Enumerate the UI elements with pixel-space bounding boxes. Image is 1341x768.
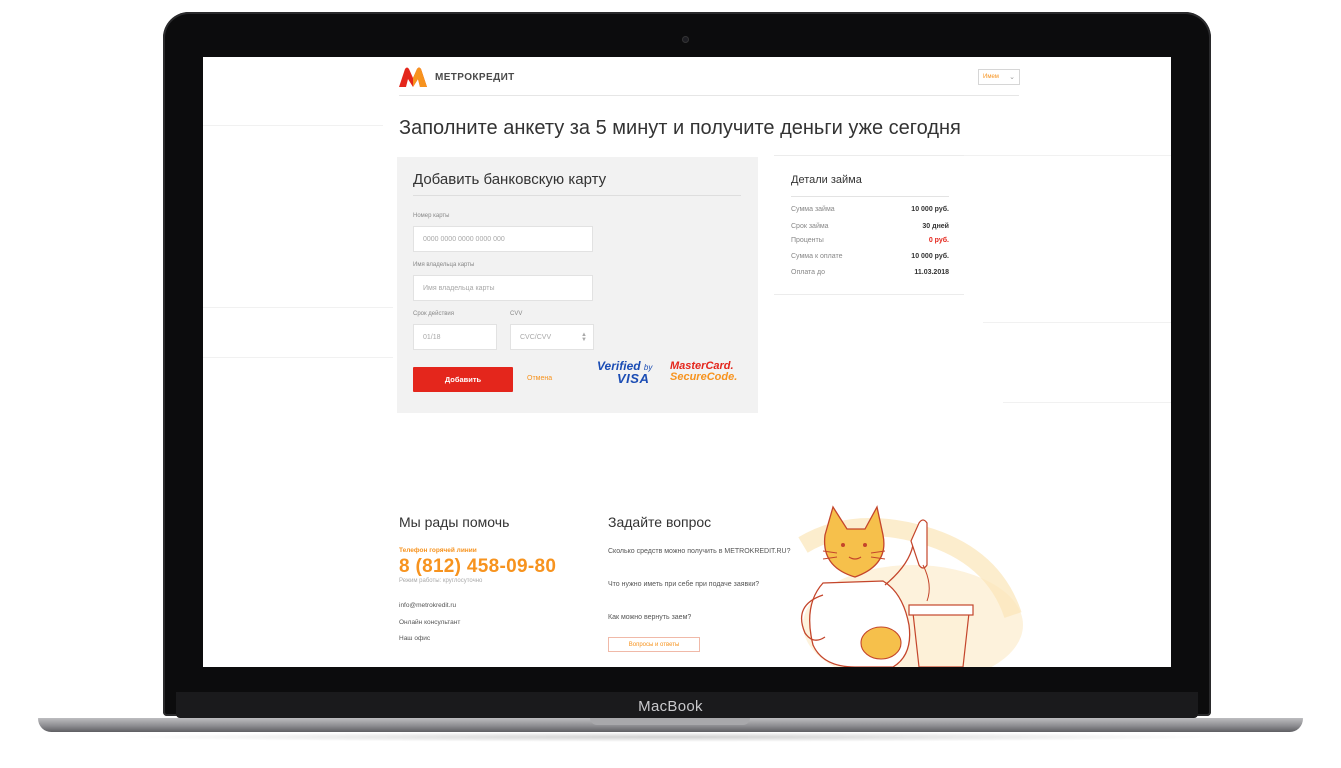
card-number-input[interactable]: 0000 0000 0000 0000 000 xyxy=(413,226,593,252)
laptop-shadow xyxy=(110,732,1230,742)
hotline-hours: Режим работы: круглосуточно xyxy=(399,578,483,584)
logo[interactable]: МЕТРОКРЕДИТ xyxy=(399,67,515,87)
loan-row-label: Сумма к оплате xyxy=(791,253,843,260)
page-title: Заполните анкету за 5 минут и получите д… xyxy=(399,117,961,139)
background-line xyxy=(203,357,393,358)
loan-row-value: 0 руб. xyxy=(928,237,949,244)
logo-text: МЕТРОКРЕДИТ xyxy=(435,71,515,83)
expiry-value: 01/18 xyxy=(423,333,441,341)
faq-button[interactable]: Вопросы и ответы xyxy=(608,637,700,652)
hotline-phone[interactable]: 8 (812) 458-09-80 xyxy=(399,556,556,578)
email-link[interactable]: info@metrokredit.ru xyxy=(399,602,456,609)
background-line xyxy=(1003,402,1171,403)
loan-row-term: Срок займа 30 дней xyxy=(791,223,949,230)
cvv-label: CVV xyxy=(510,311,523,317)
loan-row-value: 10 000 руб. xyxy=(911,206,949,213)
loan-row-value: 10 000 руб. xyxy=(911,253,949,260)
loan-row-label: Проценты xyxy=(791,237,824,244)
badge-visa-line2: VISA xyxy=(617,371,650,386)
spinner-icon[interactable]: ▲ ▼ xyxy=(581,332,587,343)
expiry-label: Срок действия xyxy=(413,311,455,317)
verified-by-visa-badge: Verified by VISA xyxy=(597,360,652,385)
language-select[interactable]: Имем ⌄ xyxy=(978,69,1020,85)
loan-row-label: Оплата до xyxy=(791,269,826,276)
metro-logo-icon xyxy=(399,67,427,87)
help-title: Мы рады помочь xyxy=(399,514,510,530)
office-link[interactable]: Наш офис xyxy=(399,635,430,642)
cvv-input[interactable]: CVC/CVV ▲ ▼ xyxy=(510,324,594,350)
card-number-label: Номер карты xyxy=(413,213,450,219)
holder-name-input[interactable]: Имя владельца карты xyxy=(413,275,593,301)
card-number-placeholder: 0000 0000 0000 0000 000 xyxy=(423,235,505,243)
faq-title: Задайте вопрос xyxy=(608,514,712,530)
loan-row-value: 30 дней xyxy=(922,223,949,230)
loan-row-interest: Проценты 0 руб. xyxy=(791,237,949,244)
camera-icon xyxy=(682,36,689,43)
loan-row-label: Сумма займа xyxy=(791,206,835,213)
background-line xyxy=(983,322,1171,323)
add-card-form: Добавить банковскую карту Номер карты 00… xyxy=(397,157,758,413)
background-line xyxy=(203,125,383,126)
holder-placeholder: Имя владельца карты xyxy=(423,284,495,292)
loan-details-panel: Детали займа Сумма займа 10 000 руб. Сро… xyxy=(774,155,964,295)
laptop-notch xyxy=(590,718,750,725)
hotline-label: Телефон горячей линии xyxy=(399,547,477,554)
language-value: Имем xyxy=(983,74,999,80)
online-consultant-link[interactable]: Онлайн консультант xyxy=(399,619,460,626)
loan-row-total: Сумма к оплате 10 000 руб. xyxy=(791,253,949,260)
loan-details-title: Детали займа xyxy=(791,174,862,186)
loan-row-due-date: Оплата до 11.03.2018 xyxy=(791,269,949,276)
form-title: Добавить банковскую карту xyxy=(413,171,607,188)
mastercard-securecode-badge: MasterCard. SecureCode. xyxy=(670,361,737,383)
background-line xyxy=(963,155,1171,156)
badge-mc-line2: SecureCode. xyxy=(670,371,738,383)
device-label: MacBook xyxy=(638,698,703,715)
cat-mascot-illustration xyxy=(798,505,1023,667)
loan-row-amount: Сумма займа 10 000 руб. xyxy=(791,206,949,213)
loan-details-divider xyxy=(791,196,949,197)
loan-row-label: Срок займа xyxy=(791,223,829,230)
header-divider xyxy=(399,95,1019,96)
chevron-down-icon: ⌄ xyxy=(1009,74,1015,81)
add-card-button[interactable]: Добавить xyxy=(413,367,513,392)
form-divider xyxy=(413,195,741,196)
cancel-link[interactable]: Отмена xyxy=(527,375,552,382)
expiry-input[interactable]: 01/18 xyxy=(413,324,497,350)
background-line xyxy=(203,307,393,308)
browser-screen: МЕТРОКРЕДИТ Имем ⌄ Заполните анкету за 5… xyxy=(203,57,1171,667)
cvv-placeholder: CVC/CVV xyxy=(520,333,552,341)
holder-label: Имя владельца карты xyxy=(413,262,475,268)
loan-row-value: 11.03.2018 xyxy=(914,269,949,276)
